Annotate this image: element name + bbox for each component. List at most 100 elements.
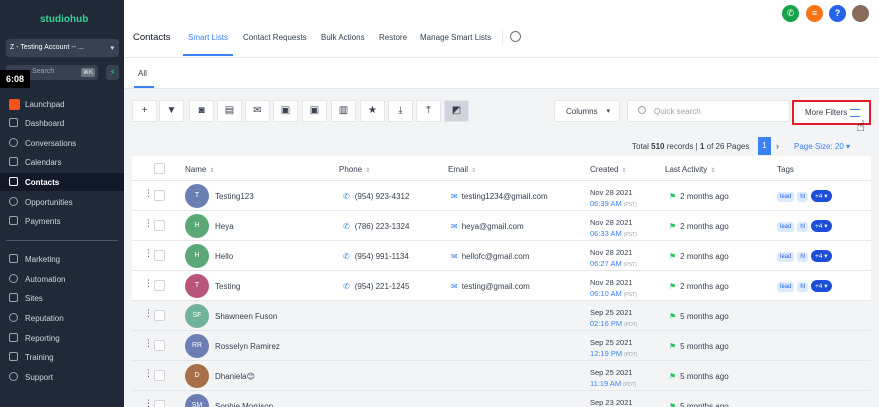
tag-badge[interactable]: lead xyxy=(777,222,795,232)
download-icon[interactable]: ⤓ xyxy=(388,100,413,122)
tag-badge[interactable]: hl xyxy=(797,252,809,262)
table-row[interactable]: ⋮ D Dhaniela😊 Sep 25 2021 11:19 AM (PDT) ⚑ 5 mo… xyxy=(132,361,871,391)
row-checkbox[interactable] xyxy=(154,250,165,261)
tab-manage-smart-lists[interactable]: Manage Smart Lists xyxy=(420,33,491,42)
row-checkbox[interactable] xyxy=(154,370,165,381)
contact-phone[interactable]: ✆ (954) 991-1134 xyxy=(343,252,409,261)
message-icon[interactable]: ▤ xyxy=(217,100,242,122)
more-options-icon[interactable]: ⋮ xyxy=(144,189,153,198)
tag-badge[interactable]: lead xyxy=(777,252,795,262)
table-row[interactable]: ⋮ SM Sophie Morrison Sep 23 2021 ⚑ 5 months a… xyxy=(132,391,871,407)
sidebar-item-launchpad[interactable]: Launchpad xyxy=(0,95,124,113)
sidebar-item-dashboard[interactable]: Dashboard xyxy=(0,114,124,132)
contact-phone[interactable]: ✆ (954) 221-1245 xyxy=(343,282,409,291)
more-tags-button[interactable]: +4 ▾ xyxy=(811,220,832,232)
more-options-icon[interactable]: ⋮ xyxy=(144,219,153,228)
account-switcher[interactable]: Z - Testing Account -- ... ▾ xyxy=(6,39,119,57)
tag-badge[interactable]: hl xyxy=(797,282,809,292)
column-header-created[interactable]: Created ⇕ xyxy=(590,165,627,174)
columns-button[interactable]: Columns ▾ xyxy=(554,100,620,122)
contact-phone[interactable]: ✆ (954) 923-4312 xyxy=(343,192,409,201)
more-options-icon[interactable]: ⋮ xyxy=(144,399,153,407)
app-logo[interactable]: studiohub xyxy=(40,14,88,25)
table-row[interactable]: ⋮ T Testing ✆ (954) 221-1245 ✉ testing@gmail.c… xyxy=(132,271,871,301)
sidebar-item-support[interactable]: Support xyxy=(0,368,124,386)
table-row[interactable]: ⋮ H Heya ✆ (786) 223-1324 ✉ heya@gmail.com Nov … xyxy=(132,211,871,241)
merge-icon[interactable]: ◩ xyxy=(444,100,469,122)
contact-name[interactable]: Rosselyn Ramirez xyxy=(215,342,280,351)
sidebar-item-marketing[interactable]: Marketing xyxy=(0,250,124,268)
row-checkbox[interactable] xyxy=(154,400,165,407)
column-header-email[interactable]: Email ⇕ xyxy=(448,165,476,174)
contact-name[interactable]: Dhaniela😊 xyxy=(215,372,255,381)
tab-restore[interactable]: Restore xyxy=(379,33,407,42)
column-header-name[interactable]: Name ⇕ xyxy=(185,165,214,174)
tasks-icon[interactable]: ≡ xyxy=(806,5,823,22)
tab-contact-requests[interactable]: Contact Requests xyxy=(243,33,307,42)
sidebar-item-automation[interactable]: Automation xyxy=(0,270,124,288)
table-row[interactable]: ⋮ SF Shawneen Fuson Sep 25 2021 02:16 PM (PDT… xyxy=(132,301,871,331)
more-options-icon[interactable]: ⋮ xyxy=(144,309,153,318)
more-options-icon[interactable]: ⋮ xyxy=(144,339,153,348)
table-row[interactable]: ⋮ T Testing123 ✆ (954) 923-4312 ✉ testing1234@… xyxy=(132,181,871,211)
quick-search-input[interactable]: Quick search xyxy=(627,100,790,122)
upload-icon[interactable]: ⤒ xyxy=(416,100,441,122)
more-options-icon[interactable]: ⋮ xyxy=(144,369,153,378)
bolt-icon[interactable]: ⚡ xyxy=(106,65,119,80)
column-header-last-activity[interactable]: Last Activity ⇕ xyxy=(665,165,715,174)
row-checkbox[interactable] xyxy=(154,310,165,321)
more-tags-button[interactable]: +4 ▾ xyxy=(811,190,832,202)
page-button-current[interactable]: 1 xyxy=(758,137,771,155)
robot-icon[interactable]: ◙ xyxy=(189,100,214,122)
contact-name[interactable]: Hello xyxy=(215,252,233,261)
clipboard-add-icon[interactable]: ▣ xyxy=(273,100,298,122)
table-row[interactable]: ⋮ H Hello ✆ (954) 991-1134 ✉ hellofc@gmail.com… xyxy=(132,241,871,271)
column-header-phone[interactable]: Phone ⇕ xyxy=(339,165,370,174)
contact-name[interactable]: Testing xyxy=(215,282,240,291)
clipboard-remove-icon[interactable]: ▣ xyxy=(302,100,327,122)
help-icon[interactable]: ? xyxy=(829,5,846,22)
tab-smart-lists[interactable]: Smart Lists xyxy=(188,33,228,42)
add-icon[interactable]: + xyxy=(132,100,157,122)
sidebar-item-conversations[interactable]: Conversations xyxy=(0,134,124,152)
more-options-icon[interactable]: ⋮ xyxy=(144,279,153,288)
select-all-checkbox[interactable] xyxy=(154,163,165,174)
trash-icon[interactable]: ▥ xyxy=(331,100,356,122)
user-avatar[interactable] xyxy=(852,5,869,22)
star-icon[interactable]: ★ xyxy=(360,100,385,122)
row-checkbox[interactable] xyxy=(154,280,165,291)
more-options-icon[interactable]: ⋮ xyxy=(144,249,153,258)
row-checkbox[interactable] xyxy=(154,340,165,351)
mail-icon[interactable]: ✉ xyxy=(245,100,270,122)
sidebar-item-calendars[interactable]: Calendars xyxy=(0,153,124,171)
phone-icon[interactable]: ✆ xyxy=(782,5,799,22)
tag-badge[interactable]: lead xyxy=(777,282,795,292)
gear-icon[interactable] xyxy=(510,31,521,42)
contact-email[interactable]: ✉ heya@gmail.com xyxy=(451,222,524,231)
tab-all[interactable]: All xyxy=(138,69,147,78)
contact-phone[interactable]: ✆ (786) 223-1324 xyxy=(343,222,409,231)
sidebar-item-training[interactable]: Training xyxy=(0,348,124,366)
contact-name[interactable]: Testing123 xyxy=(215,192,254,201)
sidebar-item-payments[interactable]: Payments xyxy=(0,212,124,230)
sidebar-item-reputation[interactable]: Reputation xyxy=(0,309,124,327)
more-tags-button[interactable]: +4 ▾ xyxy=(811,250,832,262)
table-row[interactable]: ⋮ RR Rosselyn Ramirez Sep 25 2021 12:19 PM (P… xyxy=(132,331,871,361)
more-tags-button[interactable]: +4 ▾ xyxy=(811,280,832,292)
chevron-right-icon[interactable]: › xyxy=(776,141,779,151)
contact-email[interactable]: ✉ testing@gmail.com xyxy=(451,282,530,291)
row-checkbox[interactable] xyxy=(154,190,165,201)
tag-badge[interactable]: hl xyxy=(797,222,809,232)
tag-badge[interactable]: lead xyxy=(777,192,795,202)
tab-bulk-actions[interactable]: Bulk Actions xyxy=(321,33,365,42)
sidebar-item-sites[interactable]: Sites xyxy=(0,289,124,307)
sidebar-item-reporting[interactable]: Reporting xyxy=(0,329,124,347)
row-checkbox[interactable] xyxy=(154,220,165,231)
contact-name[interactable]: Sophie Morrison xyxy=(215,402,273,407)
contact-email[interactable]: ✉ hellofc@gmail.com xyxy=(451,252,529,261)
page-size-select[interactable]: Page Size: 20 ▾ xyxy=(794,142,850,151)
sidebar-item-opportunities[interactable]: Opportunities xyxy=(0,193,124,211)
contact-name[interactable]: Heya xyxy=(215,222,234,231)
tag-badge[interactable]: hl xyxy=(797,192,809,202)
filter-icon[interactable]: ▼ xyxy=(159,100,184,122)
